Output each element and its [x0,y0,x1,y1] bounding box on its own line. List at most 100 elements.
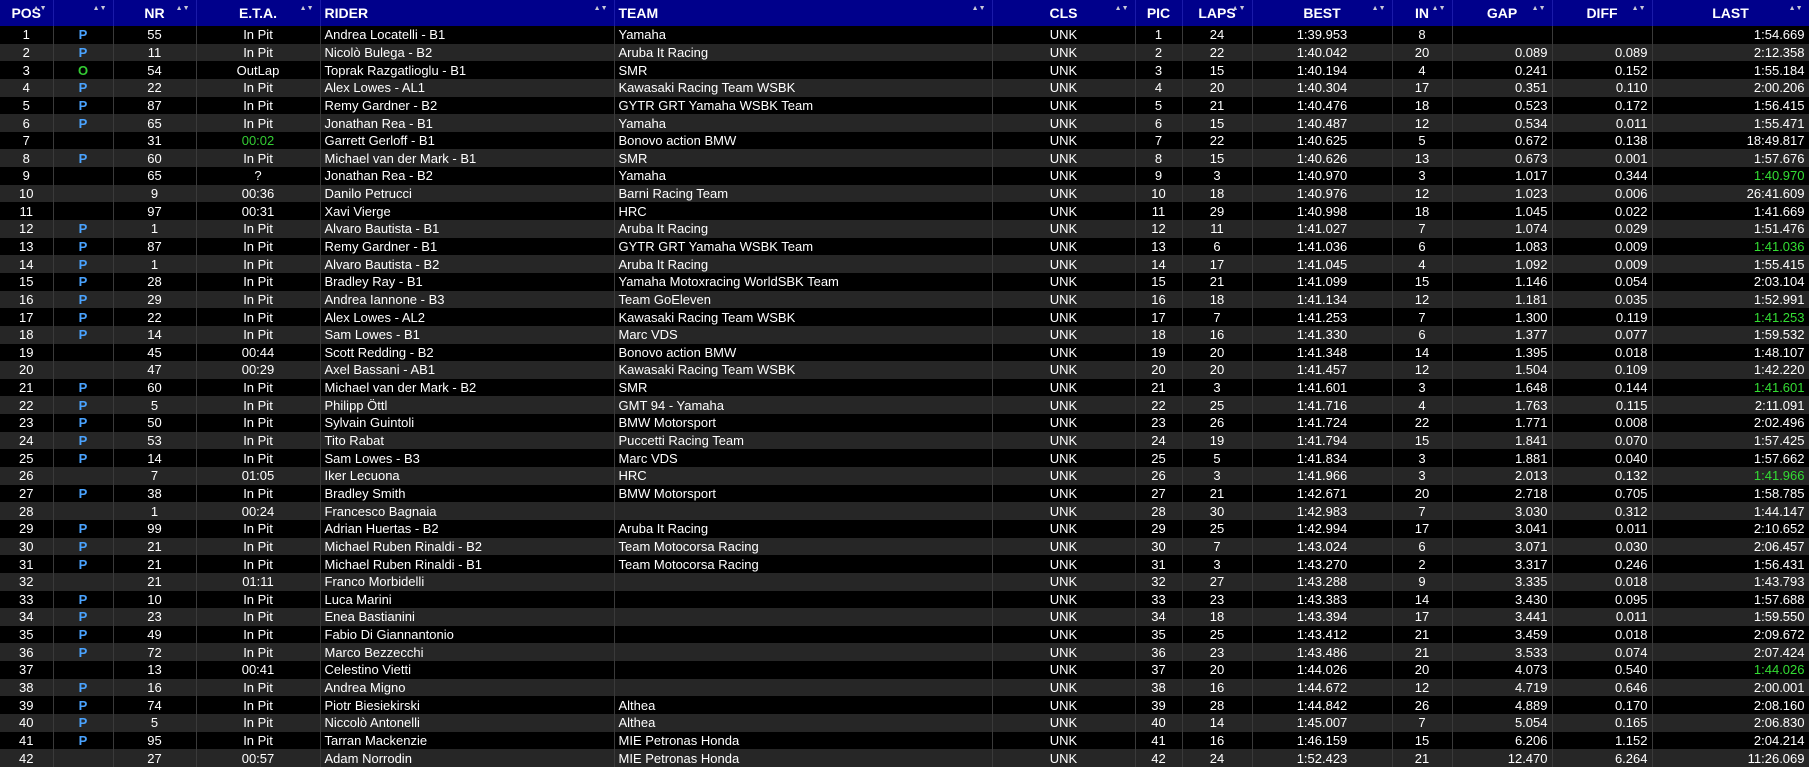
col-header-laps[interactable]: LAPS ▲▼ [1182,0,1253,26]
last-lap: 1:43.793 [1652,572,1809,591]
table-row[interactable]: 27 P 38 In Pit Bradley Smith BMW Motorsport UN… [0,484,1809,503]
col-header-eta[interactable]: E.T.A. ▲▼ [196,0,321,26]
table-row[interactable]: 42 27 00:57 Adam Norrodin MIE Petronas Honda… [0,749,1809,767]
pic-cell: 13 [1135,237,1183,256]
table-row[interactable]: 17 P 22 In Pit Alex Lowes - AL2 Kawasaki Raci… [0,308,1809,326]
sort-arrows-icon[interactable]: ▲▼ [300,5,314,12]
diff-cell: 0.077 [1552,325,1653,344]
col-header-gap[interactable]: GAP ▲▼ [1452,0,1553,26]
table-row[interactable]: 36 P 72 In Pit Marco Bezzecchi UNK 36 23 1:43.48… [0,643,1809,662]
best-lap: 1:41.724 [1252,414,1393,432]
table-row[interactable]: 34 P 23 In Pit Enea Bastianini UNK 34 18 1:43.39… [0,608,1809,626]
table-row[interactable]: 13 P 87 In Pit Remy Gardner - B1 GYTR GRT Yam… [0,237,1809,256]
table-row[interactable]: 2 P 11 In Pit Nicolò Bulega - B2 Aruba It Rac… [0,43,1809,62]
table-row[interactable]: 37 13 00:41 Celestino Vietti UNK 37 20 1:44.026… [0,661,1809,679]
table-row[interactable]: 23 P 50 In Pit Sylvain Guintoli BMW Motorspor… [0,414,1809,432]
table-row[interactable]: 16 P 29 In Pit Andrea Iannone - B3 Team GoEle… [0,290,1809,309]
team-name [614,643,993,662]
col-header-team[interactable]: TEAM ▲▼ [614,0,993,26]
status-flag: P [53,537,114,556]
table-row[interactable]: 25 P 14 In Pit Sam Lowes - B3 Marc VDS UNK 25 5 1… [0,449,1809,468]
table-row[interactable]: 4 P 22 In Pit Alex Lowes - AL1 Kawasaki Racin… [0,78,1809,97]
col-header-status[interactable]: ▲▼ [53,0,114,26]
table-row[interactable]: 10 9 00:36 Danilo Petrucci Barni Racing Team… [0,184,1809,203]
table-row[interactable]: 6 P 65 In Pit Jonathan Rea - B1 Yamaha UNK 6 15 1… [0,114,1809,132]
table-row[interactable]: 35 P 49 In Pit Fabio Di Giannantonio UNK 35 25 1… [0,625,1809,644]
best-lap: 1:43.486 [1252,643,1393,662]
in-cell: 9 [1392,572,1453,591]
table-row[interactable]: 39 P 74 In Pit Piotr Biesiekirski Althea UNK 39… [0,696,1809,714]
table-row[interactable]: 28 1 00:24 Francesco Bagnaia UNK 28 30 1:42.983… [0,502,1809,520]
table-row[interactable]: 9 65? Jonathan Rea - B2 Yamaha UNK 9 3 1:40.970… [0,167,1809,185]
sort-arrows-icon[interactable]: ▲▼ [1115,5,1129,12]
table-row[interactable]: 1 P 55 In Pit Andrea Locatelli - B1 Yamaha UNK… [0,26,1809,44]
best-lap: 1:41.134 [1252,290,1393,309]
col-header-cls[interactable]: CLS ▲▼ [992,0,1136,26]
table-row[interactable]: 7 31 00:02 Garrett Gerloff - B1 Bonovo actio… [0,131,1809,150]
laps-cell: 15 [1182,149,1253,168]
team-name: BMW Motorsport [614,414,993,432]
sort-arrows-icon[interactable]: ▲▼ [972,5,986,12]
table-row[interactable]: 40 P 5 In Pit Niccolò Antonelli Althea UNK 40 14… [0,713,1809,732]
table-row[interactable]: 14 P 1 In Pit Alvaro Bautista - B2 Aruba It R… [0,255,1809,273]
rider-number: 21 [113,555,197,573]
table-row[interactable]: 15 P 28 In Pit Bradley Ray - B1 Yamaha Motoxr… [0,272,1809,291]
table-row[interactable]: 18 P 14 In Pit Sam Lowes - B1 Marc VDS UNK 18 16… [0,325,1809,344]
in-cell: 17 [1392,519,1453,538]
table-row[interactable]: 8 P 60 In Pit Michael van der Mark - B1 SMR UN… [0,149,1809,168]
table-row[interactable]: 5 P 87 In Pit Remy Gardner - B2 GYTR GRT Yama… [0,96,1809,115]
sort-arrows-icon[interactable]: ▲▼ [594,5,608,12]
table-row[interactable]: 30 P 21 In Pit Michael Ruben Rinaldi - B2 Tea… [0,537,1809,556]
laps-cell: 18 [1182,184,1253,203]
team-name [614,625,993,644]
sort-arrows-icon[interactable]: ▲▼ [1372,5,1386,12]
sort-arrows-icon[interactable]: ▲▼ [1632,5,1646,12]
laps-cell: 22 [1182,43,1253,62]
table-row[interactable]: 26 7 01:05 Iker Lecuona HRC UNK 26 3 1:41.966 3 2.… [0,467,1809,485]
best-lap: 1:41.027 [1252,220,1393,238]
gap-cell: 4.719 [1452,678,1553,697]
team-name: GYTR GRT Yamaha WSBK Team [614,96,993,115]
sort-arrows-icon[interactable]: ▲▼ [1232,5,1246,12]
last-lap: 1:56.431 [1652,555,1809,573]
col-header-best[interactable]: BEST ▲▼ [1252,0,1393,26]
pic-cell: 15 [1135,272,1183,291]
col-header-diff[interactable]: DIFF ▲▼ [1552,0,1653,26]
table-row[interactable]: 29 P 99 In Pit Adrian Huertas - B2 Aruba It R… [0,519,1809,538]
col-header-rider[interactable]: RIDER ▲▼ [320,0,615,26]
col-header-nr[interactable]: NR ▲▼ [113,0,197,26]
col-header-pic[interactable]: PIC [1135,0,1183,26]
table-row[interactable]: 3 O 54 OutLap Toprak Razgatlioglu - B1 SMR UNK… [0,61,1809,79]
table-row[interactable]: 19 45 00:44 Scott Redding - B2 Bonovo action… [0,343,1809,362]
table-row[interactable]: 31 P 21 In Pit Michael Ruben Rinaldi - B1 Tea… [0,555,1809,573]
table-row[interactable]: 21 P 60 In Pit Michael van der Mark - B2 SMR U… [0,378,1809,397]
sort-arrows-icon[interactable]: ▲▼ [1432,5,1446,12]
table-row[interactable]: 41 P 95 In Pit Tarran Mackenzie MIE Petronas … [0,731,1809,750]
table-row[interactable]: 33 P 10 In Pit Luca Marini UNK 33 23 1:43.383 14 3… [0,590,1809,609]
pos-cell: 26 [0,467,54,485]
table-row[interactable]: 22 P 5 In Pit Philipp Öttl GMT 94 - Yamaha UNK… [0,396,1809,415]
sort-arrows-icon[interactable]: ▲▼ [93,5,107,12]
gap-cell: 2.013 [1452,467,1553,485]
table-row[interactable]: 38 P 16 In Pit Andrea Migno UNK 38 16 1:44.672 12… [0,678,1809,697]
pos-cell: 38 [0,678,54,697]
best-lap: 1:43.383 [1252,590,1393,609]
rider-number: 23 [113,608,197,626]
col-header-last[interactable]: LAST ▲▼ [1652,0,1809,26]
sort-arrows-icon[interactable]: ▲▼ [176,5,190,12]
table-row[interactable]: 11 97 00:31 Xavi Vierge HRC UNK 11 29 1:40.998 18… [0,202,1809,221]
table-row[interactable]: 20 47 00:29 Axel Bassani - AB1 Kawasaki Raci… [0,361,1809,379]
table-row[interactable]: 12 P 1 In Pit Alvaro Bautista - B1 Aruba It R… [0,220,1809,238]
rider-name: Franco Morbidelli [320,572,615,591]
col-header-pos[interactable]: POS ▲▼ [0,0,54,26]
sort-arrows-icon[interactable]: ▲▼ [1789,5,1803,12]
table-row[interactable]: 32 21 01:11 Franco Morbidelli UNK 32 27 1:43.28… [0,572,1809,591]
team-name: MIE Petronas Honda [614,731,993,750]
laps-cell: 26 [1182,414,1253,432]
rider-name: Axel Bassani - AB1 [320,361,615,379]
sort-arrows-icon[interactable]: ▲▼ [1532,5,1546,12]
col-header-in[interactable]: IN ▲▼ [1392,0,1453,26]
table-row[interactable]: 24 P 53 In Pit Tito Rabat Puccetti Racing Tea… [0,431,1809,450]
sort-arrows-icon[interactable]: ▲▼ [33,5,47,12]
gap-cell: 3.533 [1452,643,1553,662]
